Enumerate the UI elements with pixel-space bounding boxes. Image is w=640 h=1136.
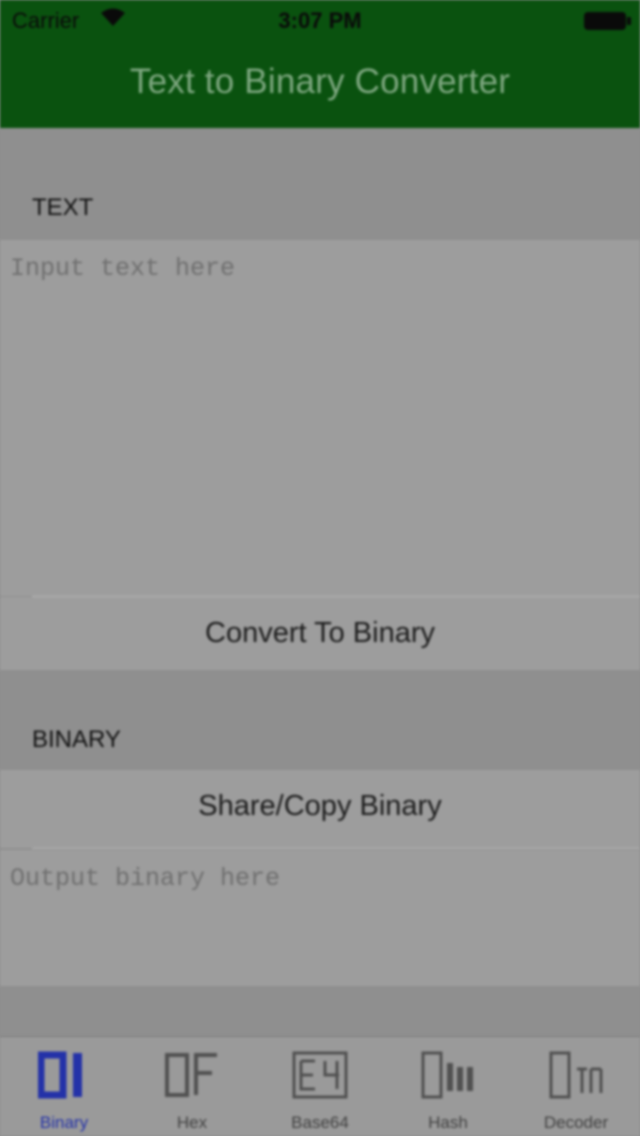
tab-label: Decoder xyxy=(543,1113,609,1132)
app-screen: Carrier 3:07 PM Text to Binary Converter… xyxy=(0,0,640,1136)
status-time: 3:07 PM xyxy=(278,8,362,33)
tab-bar: Binary Hex Base64 Hash Decoder xyxy=(0,1036,640,1136)
tab-decoder[interactable]: Decoder xyxy=(512,1037,640,1136)
binary-output-field[interactable] xyxy=(0,850,640,986)
binary-section-header: BINARY xyxy=(32,726,121,753)
hex-0f-icon xyxy=(164,1049,220,1106)
tab-label: Hash xyxy=(428,1113,468,1132)
navigation-bar: Carrier 3:07 PM Text to Binary Converter xyxy=(0,0,640,128)
hash-icon xyxy=(419,1049,477,1106)
divider xyxy=(32,848,640,849)
text-input[interactable] xyxy=(0,240,640,596)
binary-01-icon xyxy=(37,1049,90,1106)
tab-binary[interactable]: Binary xyxy=(0,1037,128,1136)
base64-icon xyxy=(291,1049,349,1106)
tab-label: Hex xyxy=(176,1113,208,1132)
tab-hash[interactable]: Hash xyxy=(384,1037,512,1136)
tab-label: Binary xyxy=(39,1113,89,1132)
convert-to-binary-button[interactable]: Convert To Binary xyxy=(0,617,640,650)
tab-hex[interactable]: Hex xyxy=(128,1037,256,1136)
decoder-icon xyxy=(547,1049,605,1106)
text-section-header: TEXT xyxy=(32,194,94,221)
status-bar: Carrier 3:07 PM xyxy=(0,0,640,40)
page-title: Text to Binary Converter xyxy=(129,62,511,101)
battery-icon xyxy=(584,12,631,30)
tab-base64[interactable]: Base64 xyxy=(256,1037,384,1136)
share-copy-binary-button[interactable]: Share/Copy Binary xyxy=(0,790,640,823)
tab-label: Base64 xyxy=(291,1113,349,1132)
